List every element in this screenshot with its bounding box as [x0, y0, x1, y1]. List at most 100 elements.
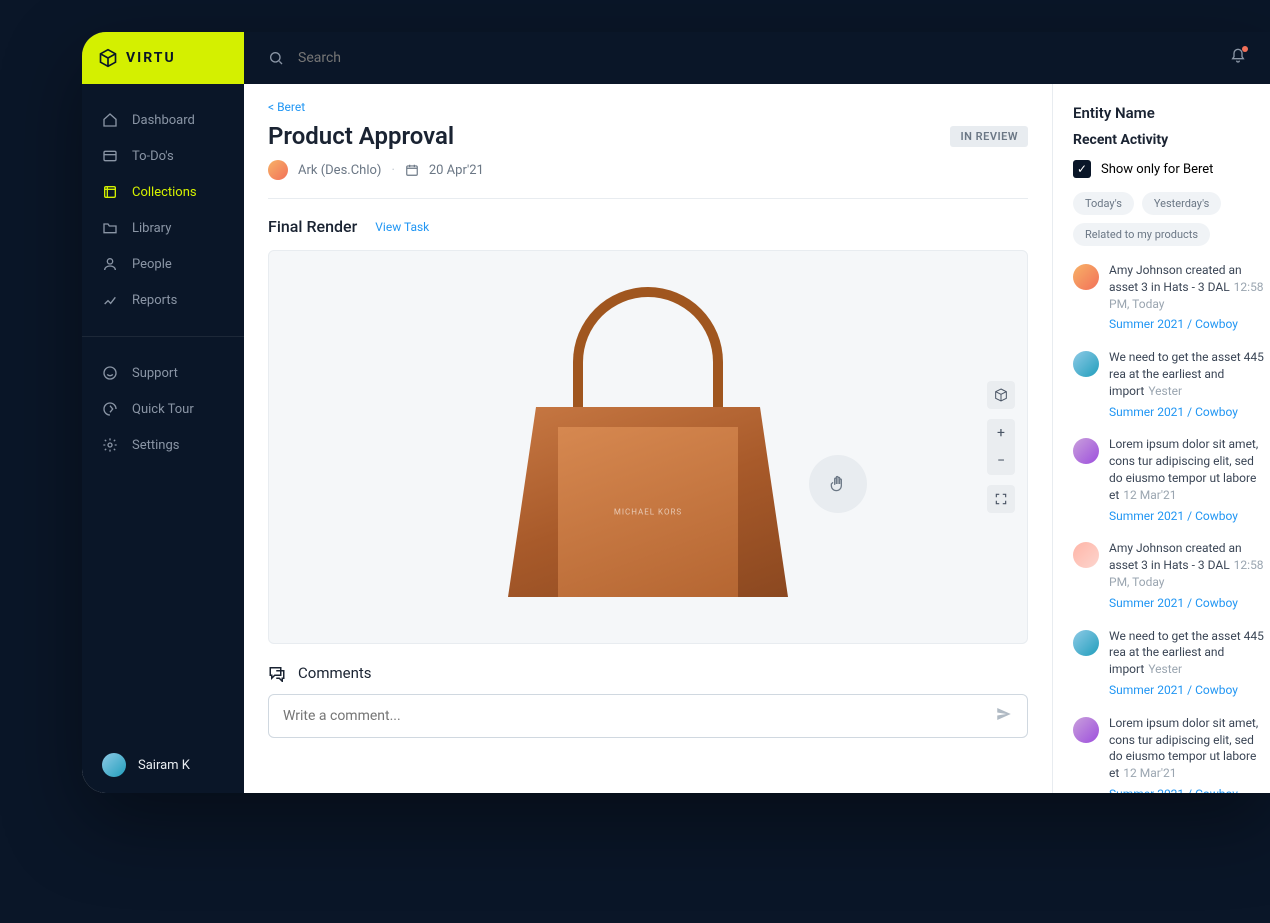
section-title: Final Render [268, 217, 357, 236]
view-task-link[interactable]: View Task [375, 220, 429, 234]
activity-item[interactable]: We need to get the asset 445 rea at the … [1073, 349, 1270, 420]
nav-label: Quick Tour [132, 402, 194, 417]
activity-text: Amy Johnson created an asset 3 in Hats -… [1109, 541, 1242, 572]
activity-list: Amy Johnson created an asset 3 in Hats -… [1073, 262, 1270, 793]
list-icon [102, 148, 118, 164]
activity-body: Amy Johnson created an asset 3 in Hats -… [1109, 540, 1270, 611]
filter-chips: Today's Yesterday's Related to my products [1073, 192, 1270, 246]
activity-item[interactable]: Amy Johnson created an asset 3 in Hats -… [1073, 540, 1270, 611]
status-badge: IN REVIEW [950, 126, 1028, 147]
fullscreen-button[interactable] [987, 485, 1015, 513]
render-viewport[interactable]: MICHAEL KORS + − [268, 250, 1028, 644]
cube-icon [993, 387, 1009, 403]
page-date: 20 Apr'21 [429, 163, 484, 178]
view-3d-button[interactable] [987, 381, 1015, 409]
activity-item[interactable]: Amy Johnson created an asset 3 in Hats -… [1073, 262, 1270, 333]
logo[interactable]: VIRTU [82, 32, 244, 84]
nav-label: Reports [132, 293, 177, 308]
send-comment-button[interactable] [995, 705, 1013, 727]
nav-item-library[interactable]: Library [82, 210, 244, 246]
nav-primary: Dashboard To-Do's Collections Library People… [82, 84, 244, 337]
gear-icon [102, 437, 118, 453]
nav-item-people[interactable]: People [82, 246, 244, 282]
checkbox-icon: ✓ [1073, 160, 1091, 178]
activity-body: Amy Johnson created an asset 3 in Hats -… [1109, 262, 1270, 333]
orbit-control[interactable] [809, 455, 867, 513]
section-header: Final Render View Task [268, 217, 1028, 236]
avatar [1073, 438, 1099, 464]
product-render: MICHAEL KORS [488, 277, 808, 617]
zoom-group: + − [987, 419, 1015, 475]
filter-chip[interactable]: Today's [1073, 192, 1134, 215]
nav-secondary: Support Quick Tour Settings [82, 337, 244, 481]
notifications-button[interactable] [1230, 48, 1246, 68]
nav-item-collections[interactable]: Collections [82, 174, 244, 210]
nav-label: Collections [132, 185, 197, 200]
search-icon [268, 50, 284, 66]
activity-tag[interactable]: Summer 2021 / Cowboy [1109, 316, 1270, 333]
nav-label: Dashboard [132, 113, 195, 128]
comment-input[interactable] [283, 708, 995, 724]
activity-time: 12 Mar'21 [1123, 488, 1176, 502]
tour-icon [102, 401, 118, 417]
meta-row: Ark (Des.Chlo) · 20 Apr'21 [268, 160, 1028, 199]
comments-label: Comments [298, 664, 372, 682]
nav-item-to-do-s[interactable]: To-Do's [82, 138, 244, 174]
zoom-in-button[interactable]: + [987, 419, 1015, 447]
avatar [1073, 630, 1099, 656]
activity-tag[interactable]: Summer 2021 / Cowboy [1109, 682, 1270, 699]
support-icon [102, 365, 118, 381]
page-header: Product Approval IN REVIEW [268, 122, 1028, 150]
nav-item-dashboard[interactable]: Dashboard [82, 102, 244, 138]
activity-tag[interactable]: Summer 2021 / Cowboy [1109, 595, 1270, 612]
activity-tag[interactable]: Summer 2021 / Cowboy [1109, 786, 1270, 793]
nav-item-settings[interactable]: Settings [82, 427, 244, 463]
activity-body: Lorem ipsum dolor sit amet, cons tur adi… [1109, 436, 1270, 524]
nav-label: Library [132, 221, 171, 236]
avatar [1073, 351, 1099, 377]
viewport-tools: + − [987, 381, 1015, 513]
avatar [1073, 264, 1099, 290]
nav-item-reports[interactable]: Reports [82, 282, 244, 318]
nav-label: Support [132, 366, 178, 381]
logo-text: VIRTU [126, 50, 176, 66]
nav-label: People [132, 257, 172, 272]
filter-chip[interactable]: Yesterday's [1142, 192, 1221, 215]
sidebar: VIRTU Dashboard To-Do's Collections Library… [82, 32, 244, 793]
activity-tag[interactable]: Summer 2021 / Cowboy [1109, 508, 1270, 525]
comment-input-wrap [268, 694, 1028, 738]
person-icon [102, 256, 118, 272]
sidebar-user[interactable]: Sairam K [82, 737, 244, 793]
activity-tag[interactable]: Summer 2021 / Cowboy [1109, 404, 1270, 421]
comments-header: Comments [268, 664, 1028, 682]
center-pane: < Beret Product Approval IN REVIEW Ark (… [244, 84, 1052, 793]
breadcrumb[interactable]: < Beret [268, 100, 1028, 114]
filter-checkbox[interactable]: ✓ Show only for Beret [1073, 160, 1270, 178]
send-icon [995, 705, 1013, 723]
right-panel: Entity Name Recent Activity ✓ Show only … [1052, 84, 1270, 793]
entity-name: Entity Name [1073, 104, 1270, 122]
cube-icon [98, 48, 118, 68]
filter-chip[interactable]: Related to my products [1073, 223, 1210, 246]
main: < Beret Product Approval IN REVIEW Ark (… [244, 32, 1270, 793]
user-name: Sairam K [138, 758, 190, 773]
activity-item[interactable]: Lorem ipsum dolor sit amet, cons tur adi… [1073, 436, 1270, 524]
search-input[interactable] [298, 50, 1216, 66]
activity-item[interactable]: Lorem ipsum dolor sit amet, cons tur adi… [1073, 715, 1270, 793]
zoom-out-button[interactable]: − [987, 447, 1015, 475]
activity-time: 12 Mar'21 [1123, 766, 1176, 780]
avatar [1073, 717, 1099, 743]
product-label: MICHAEL KORS [614, 508, 682, 517]
home-icon [102, 112, 118, 128]
nav-item-quick-tour[interactable]: Quick Tour [82, 391, 244, 427]
author-avatar [268, 160, 288, 180]
activity-text: Amy Johnson created an asset 3 in Hats -… [1109, 263, 1242, 294]
nav-item-support[interactable]: Support [82, 355, 244, 391]
chart-icon [102, 292, 118, 308]
expand-icon [994, 492, 1008, 506]
activity-time: Yester [1148, 384, 1182, 398]
hand-icon [828, 474, 848, 494]
nav-label: To-Do's [132, 149, 174, 164]
activity-item[interactable]: We need to get the asset 445 rea at the … [1073, 628, 1270, 699]
activity-heading: Recent Activity [1073, 132, 1270, 148]
